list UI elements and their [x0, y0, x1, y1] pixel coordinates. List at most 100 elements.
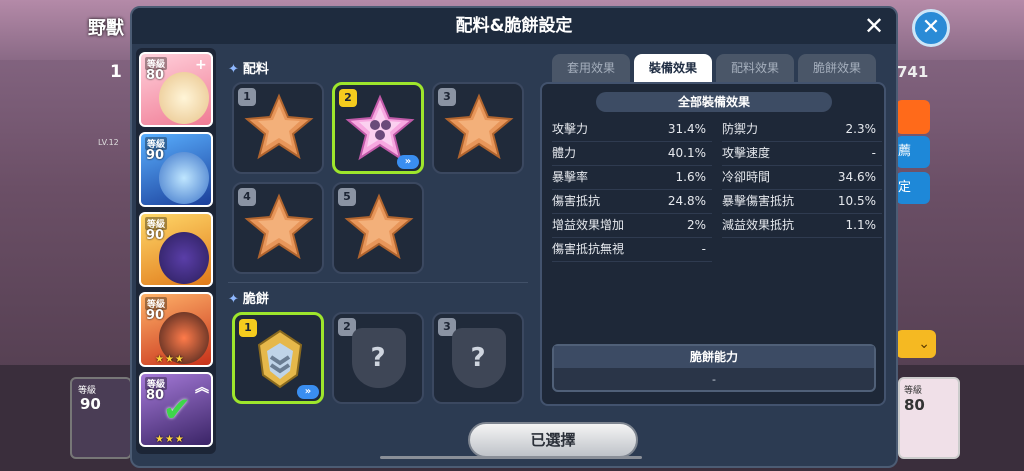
stat-name: 冷卻時間 [722, 170, 771, 184]
background-card-left[interactable]: 等級 90 [70, 377, 132, 459]
topping-star-icon [244, 93, 314, 160]
tab-equipped-effects[interactable]: 裝備效果 [634, 54, 712, 82]
background-blue-button-2[interactable]: 定 [896, 172, 930, 204]
background-orange-button[interactable] [896, 100, 930, 134]
stat-row: 攻擊速度 - [722, 142, 882, 166]
topping-slot-3[interactable]: 3 [432, 82, 524, 174]
topping-star-icon [345, 94, 415, 161]
stat-row: 傷害抵抗無視 - [552, 238, 712, 262]
background-blue-button-1[interactable]: 薦 [896, 136, 930, 168]
card-level: 90 [80, 395, 101, 413]
stat-row: 暴擊率 1.6% [552, 166, 712, 190]
stat-value: 10.5% [837, 194, 876, 208]
character-list: 等級 80 + 等級 90 等級 90 等級 90 ★★★ 等級 80 ︽ ✔ … [136, 48, 216, 454]
stat-name: 防禦力 [722, 122, 759, 136]
stat-name: 體力 [552, 146, 577, 160]
level-number: 90 [146, 148, 165, 163]
topping-slot-2[interactable]: 2 » [332, 82, 424, 174]
stat-name: 攻擊力 [552, 122, 589, 136]
modal-title: 配料&脆餅設定 [455, 16, 573, 36]
topping-slot-1[interactable]: 1 [232, 82, 324, 174]
biscuit-emblem-icon [257, 329, 303, 389]
stat-name: 暴擊率 [552, 170, 589, 184]
question-mark-icon: ? [470, 343, 486, 373]
stat-name: 減益效果抵抗 [722, 218, 795, 232]
level-number: 80 [146, 68, 165, 83]
expand-icon[interactable]: » [297, 385, 319, 399]
topping-slot-4[interactable]: 4 [232, 182, 324, 274]
stat-value: 40.1% [667, 146, 706, 160]
stat-row: 體力 40.1% [552, 142, 712, 166]
character-card[interactable]: 等級 90 [139, 212, 213, 287]
character-card[interactable]: 等級 90 ★★★ [139, 292, 213, 367]
biscuit-ability-box: 脆餅能力 - [552, 344, 876, 392]
background-left-count: 1 [110, 62, 122, 82]
stat-name: 暴擊傷害抵抗 [722, 194, 795, 208]
stat-value: 1.1% [845, 218, 877, 232]
stat-row: 攻擊力 31.4% [552, 118, 712, 142]
biscuit-slot-1[interactable]: 1 » [232, 312, 324, 404]
topping-star-icon [244, 193, 314, 260]
stat-value: 34.6% [837, 170, 876, 184]
level-number: 90 [146, 308, 165, 323]
topping-biscuit-modal: 配料&脆餅設定 ✕ 等級 80 + 等級 90 等級 90 等級 90 ★★★ … [130, 6, 898, 468]
background-title: 野獸 [88, 18, 124, 39]
topping-star-icon [344, 193, 414, 260]
stat-name: 增益效果增加 [552, 218, 625, 232]
sparkle-icon: ✦ [228, 292, 239, 307]
character-card[interactable]: 等級 80 + [139, 52, 213, 127]
stat-row: 減益效果抵抗 1.1% [722, 214, 882, 238]
toppings-label-text: 配料 [242, 62, 269, 77]
plus-icon: + [195, 57, 207, 73]
stat-value: 2% [686, 218, 706, 232]
biscuit-label-text: 脆餅 [242, 292, 269, 307]
stat-row: 防禦力 2.3% [722, 118, 882, 142]
tab-topping-effects[interactable]: 配料效果 [716, 54, 794, 82]
background-lv-label: LV.12 [98, 138, 119, 147]
stat-name: 攻擊速度 [722, 146, 771, 160]
background-dropdown-button[interactable]: ⌄ [896, 330, 936, 358]
character-card[interactable]: 等級 80 ︽ ✔ ★★★ [139, 372, 213, 447]
stat-row: 冷卻時間 34.6% [722, 166, 882, 190]
checkmark-icon: ✔ [162, 390, 192, 430]
stat-name: 傷害抵抗 [552, 194, 601, 208]
stat-value: 1.6% [675, 170, 707, 184]
biscuit-slot-3[interactable]: 3 ? [432, 312, 524, 404]
cookie-portrait [159, 72, 209, 124]
stat-name: 傷害抵抗無視 [552, 242, 625, 256]
topping-slot-5[interactable]: 5 [332, 182, 424, 274]
stat-value: 2.3% [845, 122, 877, 136]
sparkle-icon: ✦ [228, 62, 239, 77]
expand-icon[interactable]: » [397, 155, 419, 169]
outer-close-icon[interactable]: ✕ [912, 9, 950, 47]
stat-row: 增益效果增加 2% [552, 214, 712, 238]
stat-row: 傷害抵抗 24.8% [552, 190, 712, 214]
stat-row: 暴擊傷害抵抗 10.5% [722, 190, 882, 214]
tab-applied-effects[interactable]: 套用效果 [552, 54, 630, 82]
star-rating: ★★★ [155, 354, 185, 365]
cookie-portrait [159, 232, 209, 284]
close-icon[interactable]: ✕ [860, 12, 888, 40]
question-mark-icon: ? [370, 343, 386, 373]
ability-title: 脆餅能力 [554, 346, 874, 368]
biscuit-slot-2[interactable]: 2 ? [332, 312, 424, 404]
star-rating: ★★★ [155, 434, 185, 445]
card-level: 80 [904, 396, 925, 414]
background-card-right[interactable]: 等級 80 [898, 377, 960, 459]
stat-value: - [701, 242, 706, 256]
effects-panel: 全部裝備效果 攻擊力 31.4% 體力 40.1% 暴擊率 1.6% 傷害抵抗 … [540, 82, 886, 406]
stat-value: 31.4% [667, 122, 706, 136]
effects-header: 全部裝備效果 [596, 92, 832, 112]
background-right-count: 741 [897, 63, 929, 81]
toppings-section-label: ✦ 配料 [228, 58, 269, 77]
stat-value: 24.8% [667, 194, 706, 208]
ability-value: - [712, 373, 716, 386]
level-number: 90 [146, 228, 165, 243]
section-divider [228, 282, 528, 283]
promote-icon: ︽ [195, 380, 209, 396]
selected-button[interactable]: 已選擇 [468, 422, 638, 458]
character-card[interactable]: 等級 90 [139, 132, 213, 207]
game-screen: 野獸 1 741 LV.12 薦 定 ⌄ 等級 90 等級 80 ✕ 配料&脆餅… [0, 0, 1024, 471]
tab-biscuit-effects[interactable]: 脆餅效果 [798, 54, 876, 82]
cookie-portrait [159, 152, 209, 204]
